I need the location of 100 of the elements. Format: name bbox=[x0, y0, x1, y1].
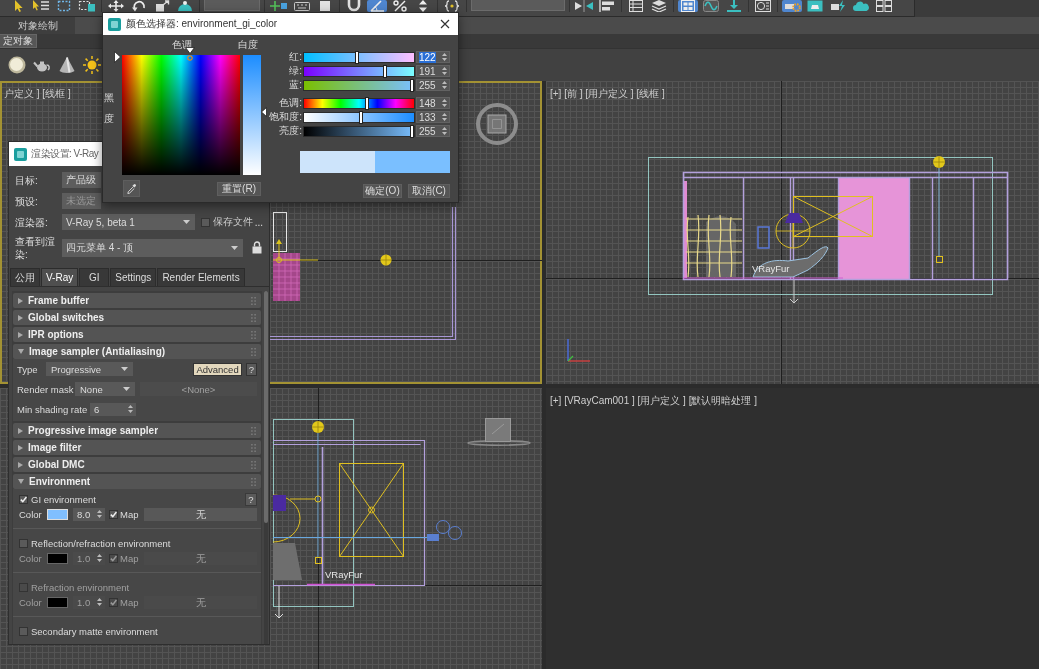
grip-dots-icon[interactable] bbox=[251, 313, 256, 322]
slider-thumb[interactable] bbox=[410, 124, 414, 138]
braces-icon[interactable] bbox=[442, 0, 462, 12]
half-sphere-icon[interactable] bbox=[175, 0, 195, 12]
lock-icon[interactable] bbox=[252, 241, 262, 254]
map-button[interactable]: 无 bbox=[144, 507, 257, 521]
grip-dots-icon[interactable] bbox=[251, 443, 256, 452]
triangle-marker-icon[interactable] bbox=[261, 107, 267, 118]
dropdown[interactable]: V-Ray 5, beta 1 bbox=[62, 214, 195, 230]
value-spinner[interactable]: 191 bbox=[416, 65, 450, 77]
slider-thumb[interactable] bbox=[410, 78, 414, 92]
layers-icon[interactable] bbox=[649, 0, 669, 12]
cloud-icon[interactable] bbox=[851, 0, 871, 12]
download-icon[interactable] bbox=[724, 0, 744, 12]
viewport-label[interactable]: [+] [VRayCam001 ] [用户定义 ] [默认明暗处理 ] bbox=[550, 394, 757, 408]
tab[interactable]: GI bbox=[79, 268, 110, 286]
ribbon-tab[interactable]: 对象绘制 bbox=[0, 17, 75, 34]
color-spectrum[interactable] bbox=[122, 55, 240, 175]
ring-marker-icon[interactable] bbox=[187, 55, 194, 61]
dropdown-field[interactable] bbox=[471, 0, 565, 11]
dropdown-field[interactable] bbox=[204, 0, 260, 11]
dropdown[interactable]: None bbox=[75, 382, 135, 396]
viewport[interactable]: [+] [前 ] [用户定义 ] [线框 ] VRayFur bbox=[546, 81, 1039, 384]
cancel-button[interactable]: 取消(C) bbox=[408, 184, 450, 198]
slider-thumb[interactable] bbox=[359, 110, 364, 124]
window-icon[interactable] bbox=[805, 0, 825, 12]
rollout-header[interactable]: Environment bbox=[13, 474, 261, 489]
view-cube-icon[interactable] bbox=[466, 416, 532, 446]
window-grid-icon[interactable] bbox=[678, 0, 698, 12]
eyedropper-button[interactable] bbox=[123, 180, 140, 197]
rollout-header[interactable]: Image sampler (Antialiasing) bbox=[13, 344, 261, 359]
grip-dots-icon[interactable] bbox=[251, 460, 256, 469]
value-spinner[interactable]: 133 bbox=[416, 111, 450, 123]
list-icon[interactable] bbox=[626, 0, 646, 12]
more-button[interactable]: ... bbox=[254, 216, 263, 228]
viewport-label[interactable]: 户定义 ] [线框 ] bbox=[4, 87, 71, 101]
grip-dots-icon[interactable] bbox=[251, 330, 256, 339]
spinner-arrows-icon[interactable] bbox=[442, 99, 447, 107]
angle-icon[interactable] bbox=[367, 0, 387, 12]
move-arrows-icon[interactable] bbox=[106, 0, 126, 12]
checkbox-label[interactable]: Secondary matte environment bbox=[31, 625, 158, 637]
triangle-marker-icon[interactable] bbox=[185, 47, 196, 54]
value-spinner[interactable]: 148 bbox=[416, 97, 450, 109]
keyboard-icon[interactable] bbox=[292, 0, 312, 12]
checkbox-label[interactable]: Reflection/refraction environment bbox=[31, 537, 171, 549]
value-spinner[interactable]: 122 bbox=[416, 51, 450, 63]
spinner-arrows-icon[interactable] bbox=[128, 405, 133, 413]
reset-button[interactable]: 重置(R) bbox=[217, 181, 261, 196]
checkbox-label[interactable]: Map bbox=[120, 552, 139, 564]
slider-thumb[interactable] bbox=[365, 96, 370, 110]
dashed-window-icon[interactable] bbox=[77, 0, 97, 12]
ok-button[interactable]: 确定(O) bbox=[363, 184, 402, 198]
checkbox[interactable] bbox=[109, 509, 118, 519]
spinner-arrows-icon[interactable] bbox=[97, 510, 102, 518]
spinner-arrows-icon[interactable] bbox=[97, 598, 102, 606]
grip-dots-icon[interactable] bbox=[251, 477, 256, 486]
sun-icon[interactable] bbox=[83, 56, 101, 74]
checkbox[interactable] bbox=[201, 217, 210, 227]
value-spinner[interactable]: 255 bbox=[416, 125, 450, 137]
rollout-header[interactable]: Global switches bbox=[13, 310, 261, 325]
tab[interactable]: Render Elements bbox=[157, 268, 245, 286]
dropdown[interactable]: 产品级 bbox=[62, 172, 101, 188]
toggle-button[interactable]: Advanced bbox=[193, 362, 242, 376]
scrollbar[interactable] bbox=[264, 291, 268, 644]
mirror-icon[interactable] bbox=[574, 0, 594, 12]
tab[interactable]: 公用 bbox=[10, 268, 40, 286]
cone-icon[interactable] bbox=[58, 56, 76, 74]
value-spinner[interactable]: 255 bbox=[416, 79, 450, 91]
plus-square-icon[interactable] bbox=[269, 0, 289, 12]
checkbox[interactable] bbox=[19, 626, 28, 636]
close-button[interactable] bbox=[438, 17, 452, 31]
slider-thumb[interactable] bbox=[383, 64, 388, 78]
grip-dots-icon[interactable] bbox=[251, 296, 256, 305]
viewport-label[interactable]: [+] [前 ] [用户定义 ] [线框 ] bbox=[550, 87, 665, 101]
toggle-button[interactable]: ? bbox=[245, 362, 257, 376]
dropdown[interactable]: 四元菜单 4 - 顶 bbox=[62, 238, 243, 257]
spinner-arrows-icon[interactable] bbox=[442, 81, 447, 89]
sphere-icon[interactable] bbox=[8, 56, 26, 74]
lightning-icon[interactable] bbox=[828, 0, 848, 12]
ribbon-button[interactable]: 定对象 bbox=[0, 34, 37, 48]
grid-icon[interactable] bbox=[874, 0, 894, 12]
view-cube-icon[interactable] bbox=[475, 102, 519, 146]
rollout-header[interactable]: IPR options bbox=[13, 327, 261, 342]
tab[interactable]: V-Ray bbox=[41, 268, 79, 286]
checkbox-label[interactable]: Map bbox=[120, 508, 139, 520]
checkbox[interactable] bbox=[109, 553, 118, 563]
circle-list-icon[interactable] bbox=[753, 0, 773, 12]
spinner-arrows-icon[interactable] bbox=[442, 67, 447, 75]
spinner-arrows-icon[interactable] bbox=[442, 53, 447, 61]
color-swatch[interactable] bbox=[47, 552, 68, 564]
align-icon[interactable] bbox=[597, 0, 617, 12]
rollout-header[interactable]: Global DMC bbox=[13, 457, 261, 472]
grip-dots-icon[interactable] bbox=[251, 347, 256, 356]
arrow-list-icon[interactable] bbox=[31, 0, 51, 12]
rollout-header[interactable]: Image filter bbox=[13, 440, 261, 455]
spinner-arrows-icon[interactable] bbox=[442, 113, 447, 121]
checkbox-label[interactable]: GI environment bbox=[31, 493, 96, 505]
checkbox[interactable] bbox=[19, 538, 28, 548]
slider-thumb[interactable] bbox=[354, 50, 359, 64]
triangle-marker-icon[interactable] bbox=[114, 51, 121, 63]
